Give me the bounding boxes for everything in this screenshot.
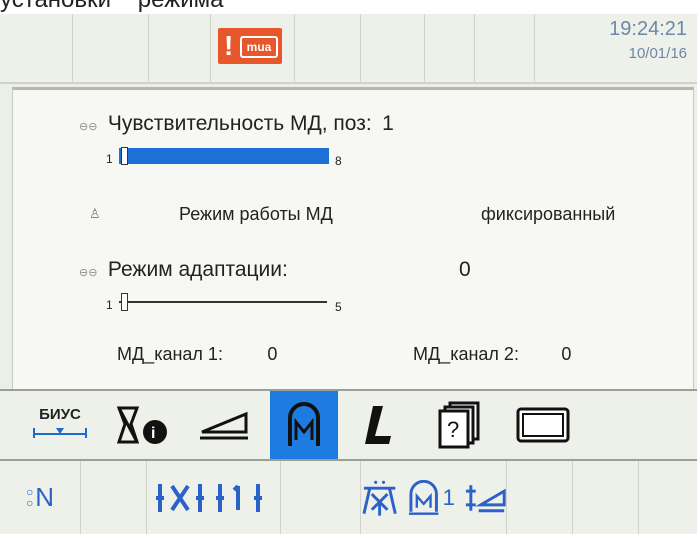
length-icon [365,406,391,444]
stitch-controls-icon [156,483,262,512]
adaptation-row[interactable]: ⊖⊖ Режим адаптации: [79,258,288,282]
adaptation-min: 1 [106,298,113,312]
adaptation-track [119,301,327,303]
status-bar: ! mua 19:24:21 10/01/16 [0,14,697,84]
n-switch-icon: ○ ○ [25,484,34,510]
bottom-function-bar: ○ ○ N 1 [0,461,697,534]
svg-text:i: i [151,425,155,442]
presser-foot-button[interactable] [184,391,264,459]
bius-button[interactable]: БИУС [14,391,106,459]
clock-date: 10/01/16 [628,45,687,62]
clock-time: 19:24:21 [609,18,687,40]
status-slot-8[interactable] [474,14,535,82]
mode-label: Режим работы МД [179,204,333,224]
bius-icon: БИУС [30,406,90,444]
metal-detector-icon [288,402,320,446]
pin-icon: ♙ [89,206,101,221]
adaptation-slider[interactable]: 1 5 [106,293,342,314]
channel-1-value: 0 [267,344,278,364]
screen-button[interactable] [500,391,586,459]
bobbin-info-button[interactable]: i [106,391,184,459]
adaptation-max: 5 [335,300,342,314]
bottom-slot-4[interactable] [280,461,361,534]
metal-detector-settings-panel: ⊖⊖ Чувствительность МД, поз: 1 1 8 ♙ Реж… [12,87,694,399]
sensitivity-row[interactable]: ⊖⊖ Чувствительность МД, поз: 1 [79,112,394,136]
status-slot-2[interactable] [72,14,149,82]
thread-trimmer-icon[interactable] [360,478,399,518]
stitch-controls [146,461,281,534]
sensitivity-label: Чувствительность МД, поз: [107,112,372,135]
metal-detector-button[interactable] [270,391,338,459]
channel-2: МД_канал 2: 0 [413,344,571,365]
status-slot-5[interactable] [294,14,361,82]
channel-2-value: 0 [561,344,572,364]
help-icon: ? [438,401,480,449]
status-slot-6[interactable] [360,14,425,82]
bius-label: БИУС [39,406,81,423]
foot-pressure-icon[interactable] [463,481,506,515]
sensitivity-slider[interactable]: 1 8 [106,147,342,168]
hmi-screen: ! mua 19:24:21 10/01/16 ⊖⊖ Чувствительно… [0,14,697,534]
adaptation-value: 0 [459,258,471,281]
sensitivity-min: 1 [106,152,113,166]
length-button[interactable] [338,391,420,459]
channel-1: МД_канал 1: 0 [117,344,277,365]
sensitivity-max: 8 [335,154,342,168]
svg-text:?: ? [447,417,459,442]
needle-controls: 1 [360,461,507,534]
adaptation-thumb[interactable] [121,293,128,311]
n-label: N [35,482,55,512]
status-slot-3[interactable] [148,14,211,82]
clock: 19:24:21 10/01/16 [609,18,687,62]
mode-value[interactable]: фиксированный [481,204,615,225]
alarm-button[interactable]: ! mua [218,28,282,64]
channel-2-label: МД_канал 2: [413,344,519,364]
bobbin-info-icon: i [116,406,167,444]
bottom-slot-2[interactable] [80,461,147,534]
adaptation-label: Режим адаптации: [107,258,288,281]
n-button[interactable]: ○ ○ N [0,461,81,534]
metal-detector-small-icon[interactable] [407,479,440,516]
channel-1-label: МД_канал 1: [117,344,223,364]
alarm-exclamation-icon: ! [224,30,234,61]
presser-foot-icon [200,411,248,440]
bottom-slot-6[interactable] [506,461,573,534]
top-caption: установки режима [0,0,223,14]
sensitivity-fill [119,148,329,164]
alarm-code: mua [240,36,278,58]
mode-icon-bar: БИУС i ? [0,389,697,461]
adaptation-value-wrap: 0 [459,258,471,282]
adjust-dots-icon: ⊖⊖ [79,121,98,133]
status-slot-alarm[interactable]: ! mua [210,14,295,82]
bottom-slot-7[interactable] [572,461,639,534]
status-slot-1[interactable] [0,14,73,82]
help-button[interactable]: ? [420,391,500,459]
sensitivity-thumb[interactable] [121,147,128,165]
screen-icon [516,407,570,443]
status-slot-7[interactable] [424,14,475,82]
adjust-dots-icon: ⊖⊖ [79,267,98,279]
bius-symbol-icon [33,428,87,438]
mode-number: 1 [442,484,455,510]
sensitivity-value: 1 [382,112,394,135]
